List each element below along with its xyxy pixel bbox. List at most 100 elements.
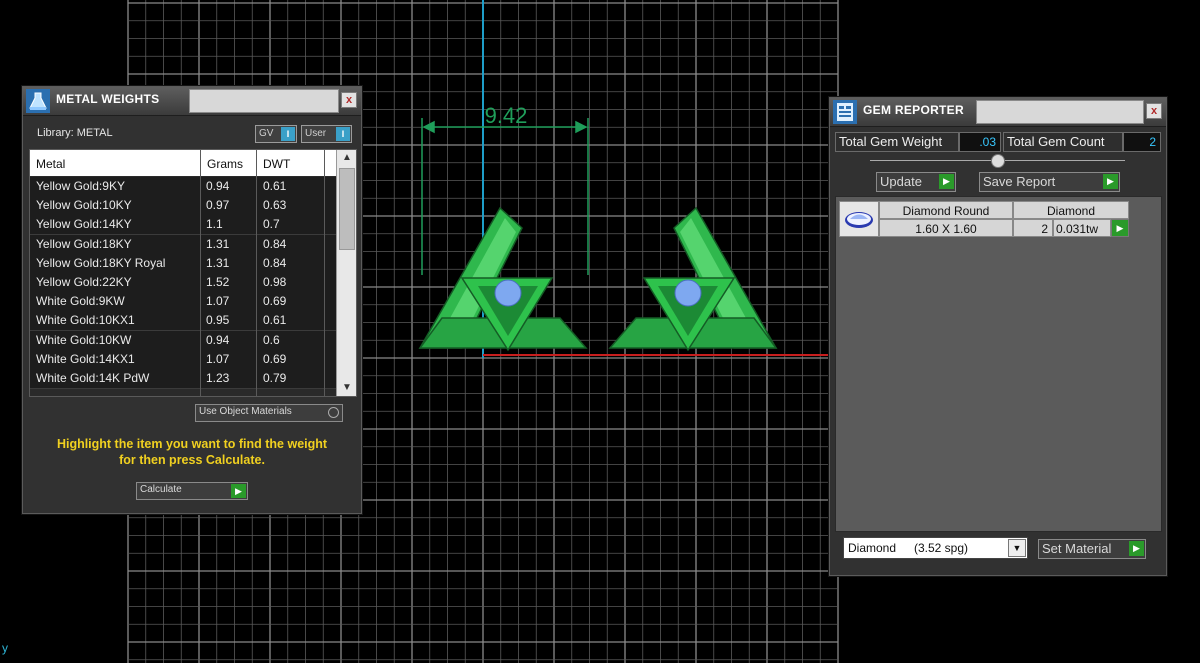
- total-gem-weight-value: .03: [959, 132, 1001, 152]
- grams-cell: 1.07: [206, 351, 230, 366]
- gem-report-icon: [833, 100, 857, 124]
- gem-thumbnail: [839, 201, 879, 237]
- dropdown-arrow-icon[interactable]: ▼: [1008, 539, 1026, 557]
- round-diamond-icon: [845, 212, 873, 228]
- metal-name-cell: White Gold:10KW: [36, 332, 132, 347]
- grams-cell: 1.31: [206, 255, 230, 270]
- table-row[interactable]: Yellow Gold:18KY 1.31 0.84: [30, 234, 336, 255]
- splitter-handle-icon[interactable]: [991, 154, 1005, 168]
- table-row[interactable]: White Gold:14KX1 1.07 0.69: [30, 349, 336, 370]
- dwt-cell: 0.98: [263, 275, 287, 289]
- grams-cell: 0.94: [206, 179, 230, 193]
- column-header-dwt[interactable]: DWT: [263, 157, 290, 171]
- metal-table-scrollbar[interactable]: ▲ ▼: [336, 150, 356, 396]
- play-icon: ▶: [231, 484, 246, 498]
- gv-toggle[interactable]: GV I: [255, 125, 297, 143]
- play-icon: ▶: [1129, 541, 1144, 556]
- table-row[interactable]: Yellow Gold:14KY 1.1 0.7: [30, 215, 336, 236]
- option-circle-icon: [328, 407, 339, 418]
- total-gem-weight-label: Total Gem Weight: [835, 132, 959, 152]
- gem-row-play-icon[interactable]: ▶: [1111, 219, 1129, 237]
- grams-cell: 1.1: [206, 217, 223, 232]
- library-label: Library: METAL: [37, 127, 113, 139]
- metal-name-cell: Yellow Gold:10KY: [36, 198, 132, 213]
- axis-label-y: y: [2, 641, 8, 655]
- gem-list: Diamond Round Diamond 1.60 X 1.60 2 0.03…: [835, 196, 1162, 532]
- instruction-text: Highlight the item you want to find the …: [56, 437, 328, 467]
- metal-weights-title-fill: [189, 89, 339, 113]
- grams-cell: 1.07: [206, 294, 230, 309]
- set-material-button[interactable]: Set Material ▶: [1038, 539, 1146, 559]
- gem-reporter-titlebar[interactable]: GEM REPORTER x: [830, 98, 1166, 127]
- metal-weights-titlebar[interactable]: METAL WEIGHTS x: [23, 87, 361, 116]
- metal-weights-title: METAL WEIGHTS: [56, 92, 160, 106]
- grams-cell: 0.97: [206, 198, 230, 213]
- scroll-down-icon[interactable]: ▼: [337, 380, 356, 396]
- jewelry-model-right[interactable]: [608, 206, 778, 352]
- gem-count-cell: 2: [1013, 219, 1053, 237]
- table-row[interactable]: Yellow Gold:22KY 1.52 0.98: [30, 273, 336, 293]
- metal-name-cell: Yellow Gold:14KY: [36, 217, 132, 232]
- gem-row[interactable]: Diamond Round Diamond 1.60 X 1.60 2 0.03…: [839, 201, 1135, 237]
- column-divider: [200, 150, 201, 396]
- metal-name-cell: White Gold:10KX1: [36, 313, 135, 328]
- table-row[interactable]: White Gold:10KW 0.94 0.6: [30, 330, 336, 351]
- metal-name-cell: Yellow Gold:18KY: [36, 236, 132, 251]
- metal-table-header: Metal Grams DWT: [30, 150, 336, 176]
- dwt-cell: 0.61: [263, 179, 287, 193]
- grams-cell: 1.23: [206, 371, 230, 385]
- scroll-up-icon[interactable]: ▲: [337, 150, 356, 166]
- table-row[interactable]: Yellow Gold:9KY 0.94 0.61: [30, 177, 336, 197]
- play-icon: ▶: [939, 174, 954, 189]
- metal-weights-close-button[interactable]: x: [341, 92, 357, 108]
- gem-reporter-title: GEM REPORTER: [863, 103, 964, 117]
- table-row[interactable]: White Gold:9KW 1.07 0.69: [30, 292, 336, 313]
- gem-shape-cell: Diamond Round: [879, 201, 1013, 219]
- flask-icon: [26, 89, 50, 113]
- table-row[interactable]: White Gold:10KX1 0.95 0.61: [30, 311, 336, 332]
- table-row[interactable]: Yellow Gold:10KY 0.97 0.63: [30, 196, 336, 217]
- metal-name-cell: White Gold:9KW: [36, 294, 125, 309]
- gem-size-cell: 1.60 X 1.60: [879, 219, 1013, 237]
- total-gem-count-label: Total Gem Count: [1003, 132, 1123, 152]
- calculate-button[interactable]: Calculate ▶: [136, 482, 248, 500]
- metal-name-cell: Yellow Gold:18KY Royal: [36, 255, 166, 270]
- grams-cell: 0.95: [206, 313, 230, 328]
- metal-table: Metal Grams DWT Yellow Gold:9KY 0.94 0.61 Y…: [29, 149, 357, 397]
- dwt-cell: 0.79: [263, 371, 287, 385]
- dwt-cell: 0.6: [263, 332, 280, 347]
- play-icon: ▶: [1103, 174, 1118, 189]
- scrollbar-thumb[interactable]: [339, 168, 355, 250]
- table-row[interactable]: White Gold:14K PdW 1.23 0.79: [30, 369, 336, 389]
- dwt-cell: 0.84: [263, 255, 287, 270]
- save-report-button[interactable]: Save Report ▶: [979, 172, 1120, 192]
- dwt-cell: 0.7: [263, 217, 280, 232]
- metal-weights-panel: METAL WEIGHTS x Library: METAL GV I User…: [22, 86, 362, 514]
- dwt-cell: 0.63: [263, 198, 287, 213]
- dwt-cell: 0.69: [263, 294, 287, 309]
- column-header-metal[interactable]: Metal: [36, 157, 65, 171]
- table-row[interactable]: Yellow Gold:18KY Royal 1.31 0.84: [30, 253, 336, 274]
- metal-name-cell: Yellow Gold:22KY: [36, 275, 132, 289]
- toggle-indicator-icon: I: [336, 127, 350, 141]
- grams-cell: 0.94: [206, 332, 230, 347]
- column-divider: [324, 150, 325, 396]
- use-object-materials-button[interactable]: Use Object Materials: [195, 404, 343, 422]
- material-select[interactable]: Diamond (3.52 spg) ▼: [843, 537, 1028, 559]
- update-button[interactable]: Update ▶: [876, 172, 956, 192]
- metal-name-cell: White Gold:14K PdW: [36, 371, 150, 385]
- dimension-value: 9.42: [485, 103, 528, 128]
- metal-name-cell: Yellow Gold:9KY: [36, 179, 125, 193]
- dwt-cell: 0.84: [263, 236, 287, 251]
- dwt-cell: 0.69: [263, 351, 287, 366]
- column-divider: [256, 150, 257, 396]
- toggle-indicator-icon: I: [281, 127, 295, 141]
- gem-reporter-close-button[interactable]: x: [1146, 103, 1162, 119]
- grams-cell: 1.31: [206, 236, 230, 251]
- dwt-cell: 0.61: [263, 313, 287, 328]
- column-header-grams[interactable]: Grams: [207, 157, 243, 171]
- metal-name-cell: White Gold:14KX1: [36, 351, 135, 366]
- jewelry-model-left[interactable]: [418, 206, 588, 352]
- gem-weight-cell: 0.031tw: [1053, 219, 1111, 237]
- user-toggle[interactable]: User I: [301, 125, 352, 143]
